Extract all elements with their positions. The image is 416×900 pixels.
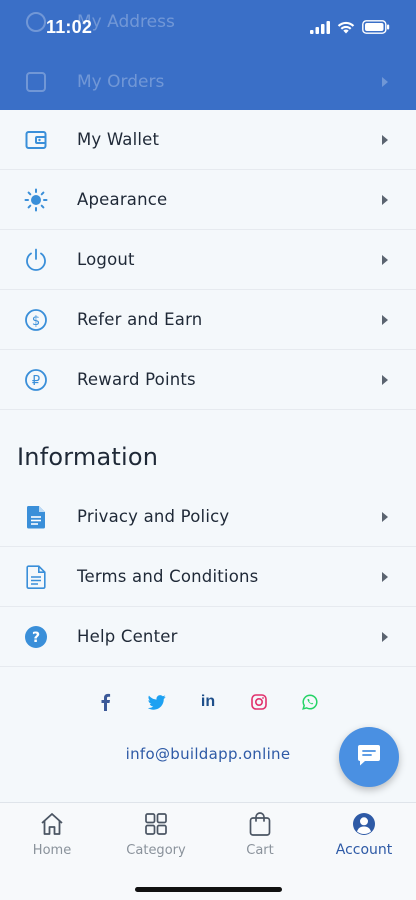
menu-item-reward-points[interactable]: ₽ Reward Points: [0, 350, 416, 410]
chat-bubble-icon: [356, 742, 382, 772]
bag-icon: [247, 811, 273, 837]
menu-item-label: Reward Points: [77, 370, 196, 389]
chevron-right-icon: [382, 511, 388, 522]
chevron-right-icon: [382, 77, 388, 87]
grid-icon: [143, 811, 169, 837]
tab-label: Cart: [246, 843, 274, 858]
svg-text:₽: ₽: [32, 373, 40, 388]
wifi-icon: [337, 21, 355, 33]
document-outline-icon: [24, 564, 48, 589]
menu-item-refer-and-earn[interactable]: $ Refer and Earn: [0, 290, 416, 350]
chevron-right-icon: [382, 194, 388, 205]
whatsapp-icon[interactable]: [298, 690, 322, 714]
chevron-right-icon: [382, 134, 388, 145]
home-indicator: [135, 887, 282, 892]
ruble-circle-icon: ₽: [24, 368, 48, 392]
user-icon: [351, 811, 377, 837]
twitter-icon[interactable]: [145, 690, 169, 714]
chevron-right-icon: [382, 571, 388, 582]
chat-fab-button[interactable]: [339, 727, 399, 787]
menu-item-label: Help Center: [77, 627, 178, 646]
section-title-information: Information: [17, 443, 159, 471]
document-filled-icon: [24, 505, 48, 529]
svg-text:$: $: [32, 313, 40, 328]
status-bar: 11:02: [0, 0, 416, 54]
svg-text:?: ?: [32, 630, 40, 646]
wallet-icon: [24, 128, 48, 152]
status-icons: [310, 20, 390, 34]
information-menu: Privacy and Policy Terms and Conditions …: [0, 487, 416, 667]
app-header: My Address My Orders 11:02: [0, 0, 416, 110]
power-icon: [24, 248, 48, 272]
battery-icon: [362, 20, 390, 34]
menu-item-label: Terms and Conditions: [77, 567, 259, 586]
status-time: 11:02: [46, 16, 93, 37]
menu-item-appearance[interactable]: Apearance: [0, 170, 416, 230]
tab-cart[interactable]: Cart: [210, 811, 310, 858]
menu-item-logout[interactable]: Logout: [0, 230, 416, 290]
instagram-icon[interactable]: [247, 690, 271, 714]
tab-category[interactable]: Category: [106, 811, 206, 858]
ghost-row-my-orders: My Orders: [0, 52, 416, 110]
chevron-right-icon: [382, 314, 388, 325]
ghost-label: My Orders: [77, 72, 165, 92]
social-links: in: [0, 690, 416, 714]
chevron-right-icon: [382, 374, 388, 385]
sun-icon: [24, 188, 48, 212]
tab-label: Home: [32, 843, 72, 858]
menu-item-help-center[interactable]: ? Help Center: [0, 607, 416, 667]
tab-home[interactable]: Home: [2, 811, 102, 858]
tab-label: Account: [335, 842, 393, 858]
menu-item-terms-conditions[interactable]: Terms and Conditions: [0, 547, 416, 607]
menu-item-privacy-policy[interactable]: Privacy and Policy: [0, 487, 416, 547]
bottom-tab-bar: Home Category Cart Account: [0, 802, 416, 900]
linkedin-icon[interactable]: in: [196, 690, 220, 714]
tab-label: Category: [126, 843, 186, 858]
dollar-circle-icon: $: [24, 308, 48, 332]
menu-item-my-wallet[interactable]: My Wallet: [0, 110, 416, 170]
tab-account[interactable]: Account: [314, 811, 414, 858]
signal-icon: [310, 20, 330, 34]
menu-item-label: Refer and Earn: [77, 310, 203, 329]
menu-item-label: Privacy and Policy: [77, 507, 230, 526]
help-circle-icon: ?: [24, 625, 48, 649]
account-menu: My Wallet Apearance Logout $ Refer and E…: [0, 110, 416, 410]
chevron-right-icon: [382, 254, 388, 265]
home-icon: [39, 811, 65, 837]
chevron-right-icon: [382, 631, 388, 642]
facebook-icon[interactable]: [93, 690, 117, 714]
orders-icon: [26, 72, 46, 92]
menu-item-label: Apearance: [77, 190, 168, 209]
menu-item-label: Logout: [77, 250, 135, 269]
menu-item-label: My Wallet: [77, 130, 160, 149]
